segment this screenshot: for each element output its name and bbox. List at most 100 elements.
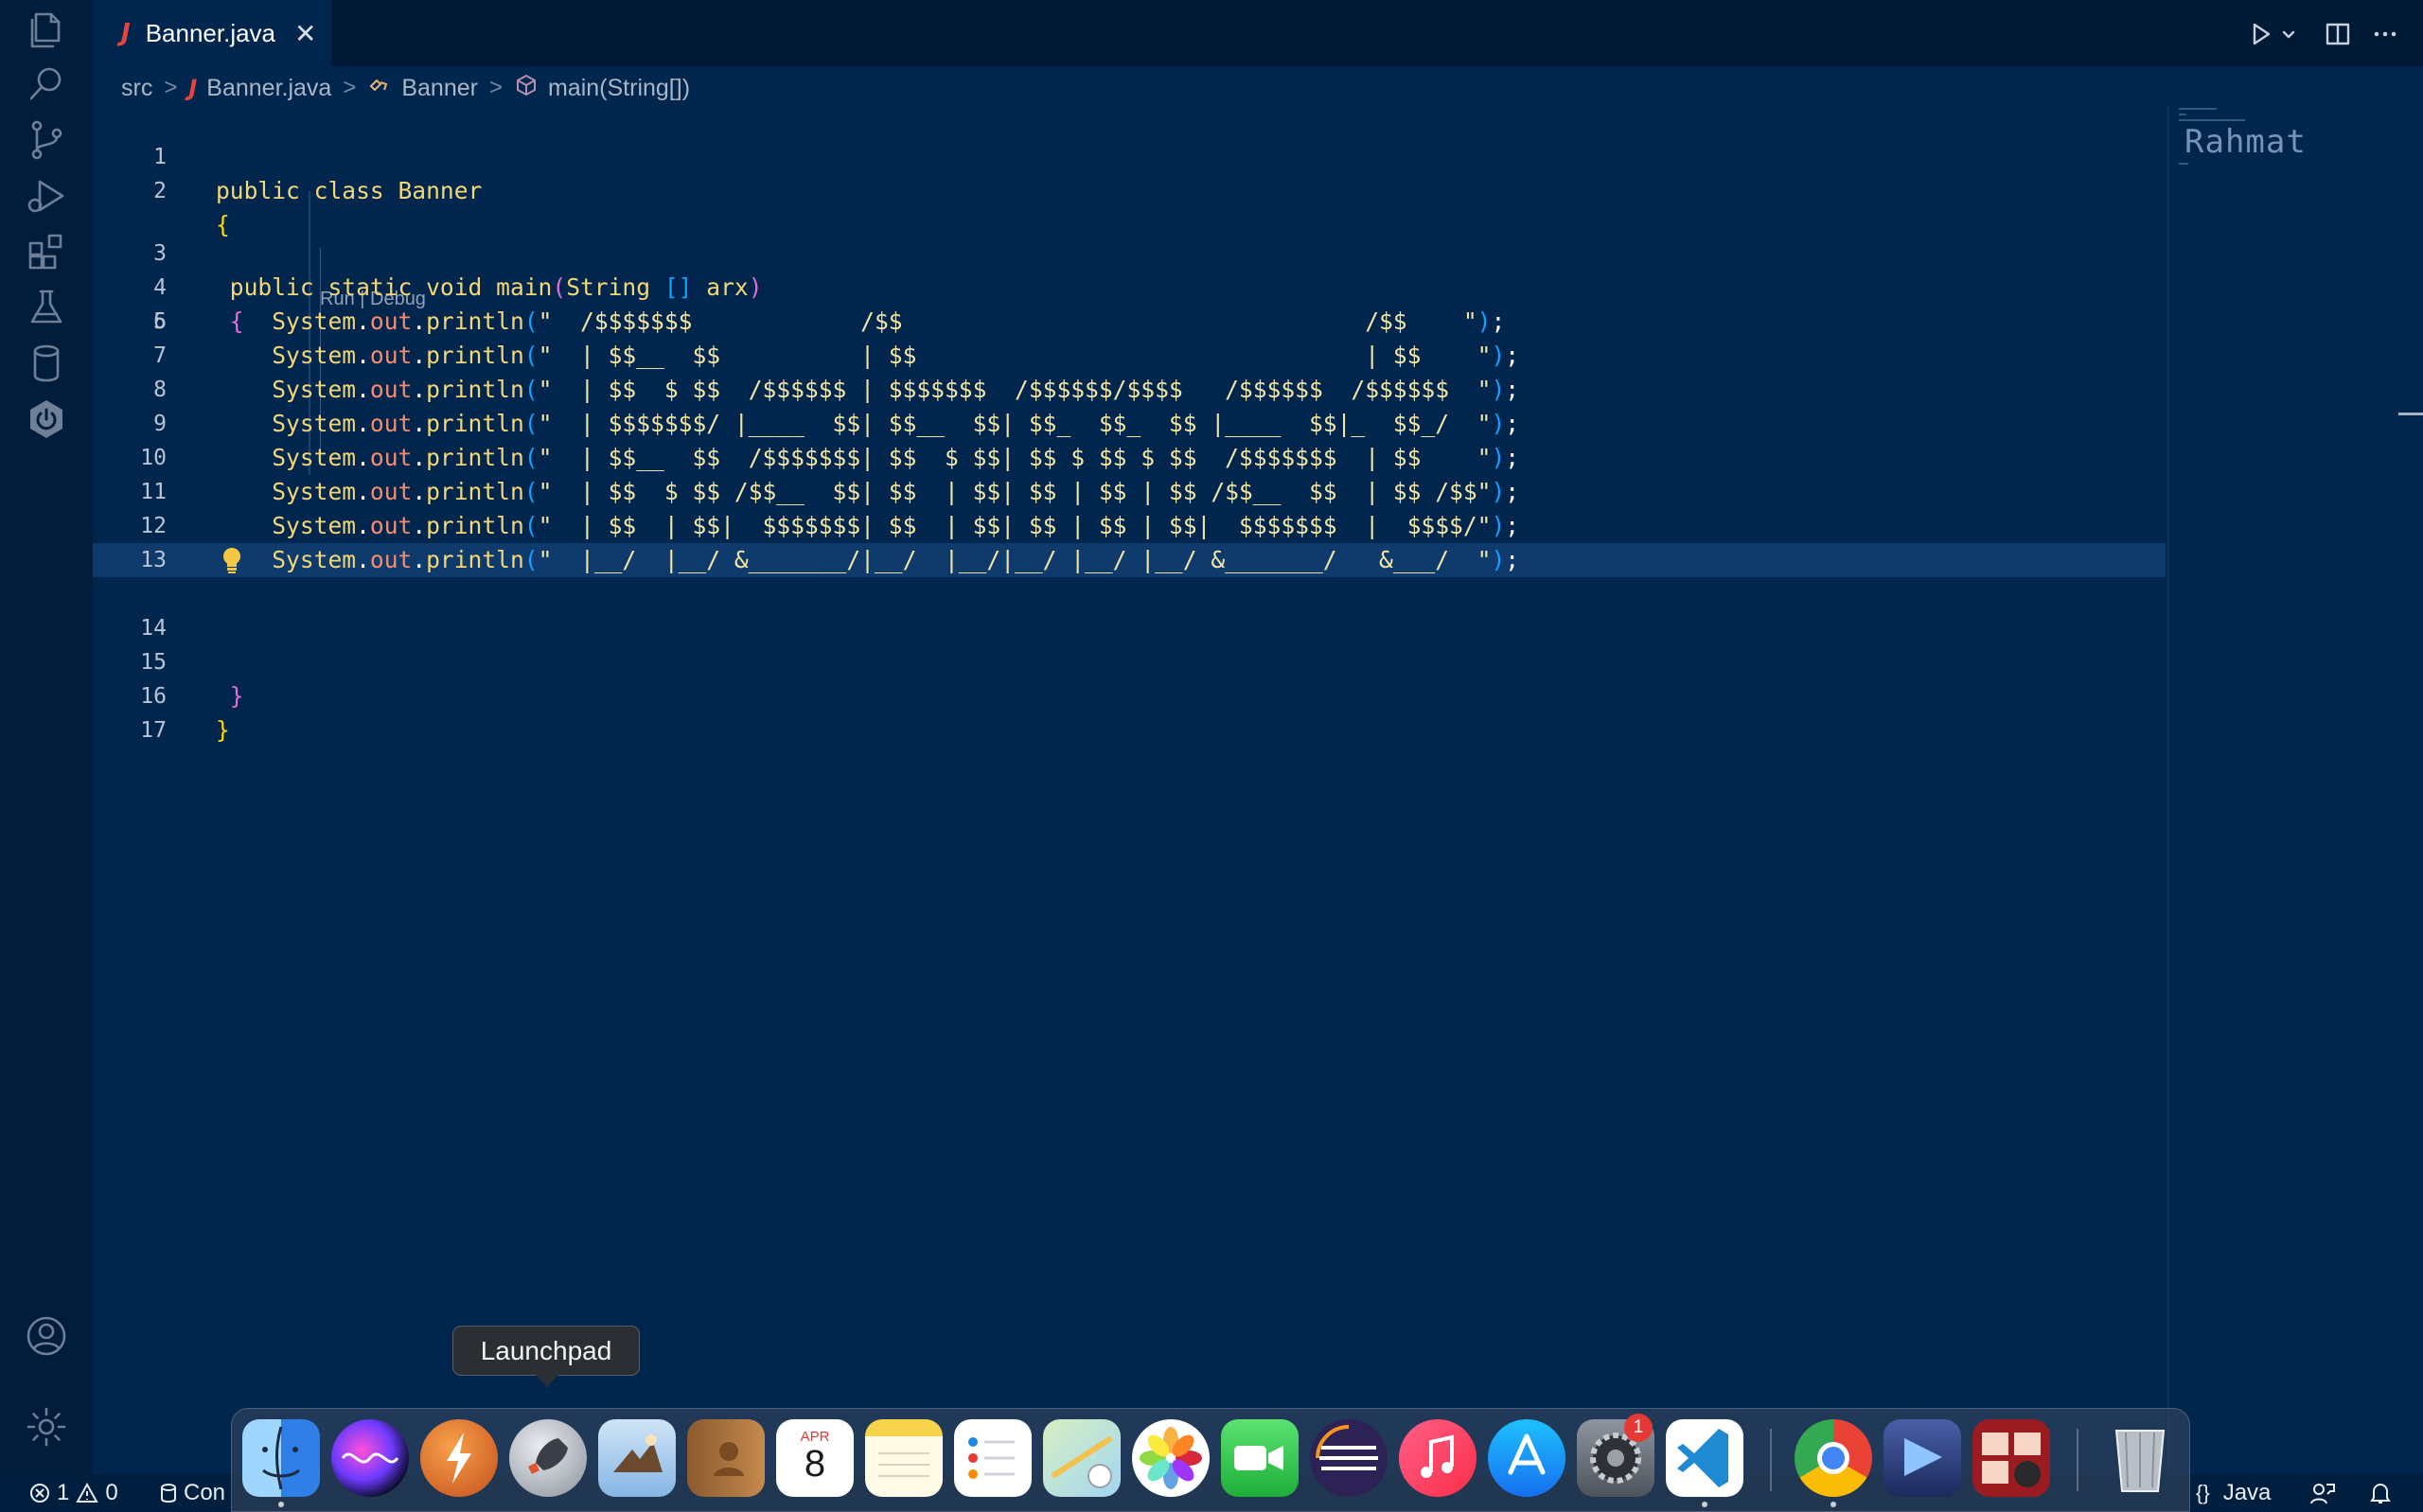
method-symbol-icon <box>514 73 539 104</box>
code-line[interactable]: 10 System.out.println(" | $$__ $$ /$$$$$… <box>93 441 2166 475</box>
code-line[interactable]: 2 { <box>93 140 2166 238</box>
code-editor[interactable]: 1 public class Banner 2 { Run | Debug 3 … <box>93 106 2166 1468</box>
tooltip-arrow <box>536 1375 558 1387</box>
source-control-icon[interactable] <box>16 110 77 170</box>
code-line[interactable]: 17 <box>93 679 2166 743</box>
code-line[interactable]: 15 } <box>93 611 2166 710</box>
tab-label: Banner.java <box>145 18 276 47</box>
trash-icon[interactable] <box>2101 1419 2179 1497</box>
split-editor-icon[interactable] <box>2319 17 2357 51</box>
code-line[interactable]: 9 System.out.println(" | $$$$$$$/ |____ … <box>93 407 2166 441</box>
run-debug-icon[interactable] <box>16 166 77 226</box>
line-number: 8 <box>153 378 167 402</box>
database-icon[interactable] <box>16 333 77 394</box>
line-number: 6 <box>153 309 167 334</box>
code-text: System.out.println(" | $$$$$$$/ |____ $$… <box>216 410 1520 437</box>
more-actions-icon[interactable] <box>2366 17 2404 51</box>
breadcrumb-file[interactable]: Banner.java <box>206 75 331 102</box>
braces-icon: {} <box>2196 1481 2210 1504</box>
code-text: System.out.println(" | $$ $ $$ /$$$$$$ |… <box>216 376 1520 403</box>
line-number: 11 <box>140 480 167 504</box>
reminders-icon[interactable] <box>954 1419 1032 1497</box>
database-icon <box>161 1484 176 1503</box>
feedback-icon[interactable] <box>2309 1474 2336 1512</box>
run-icon[interactable] <box>2241 17 2279 51</box>
music-icon[interactable] <box>1399 1419 1477 1497</box>
code-line[interactable]: 16 } <box>93 645 2166 744</box>
launchpad-icon[interactable] <box>509 1419 587 1497</box>
java-file-icon: J <box>188 75 198 101</box>
line-number: 12 <box>140 514 167 538</box>
spring-boot-icon[interactable] <box>16 389 77 449</box>
code-line[interactable]: 6 System.out.println(" /$$$$$$$ /$$ /$$ … <box>93 305 2166 339</box>
java-file-icon: J <box>121 19 131 47</box>
warning-count: 0 <box>105 1480 118 1505</box>
extensions-icon[interactable] <box>16 221 77 282</box>
dock-tooltip: Launchpad <box>452 1326 640 1376</box>
minimap[interactable]: Rahmat <box>2167 106 2357 1468</box>
code-line[interactable]: 8 System.out.println(" | $$ $ $$ /$$$$$$… <box>93 373 2166 407</box>
code-line[interactable]: 4 { <box>93 237 2166 335</box>
code-text: } <box>216 716 230 744</box>
language-label: Java <box>2222 1480 2272 1505</box>
line-number: 10 <box>140 446 167 470</box>
facetime-icon[interactable] <box>1221 1419 1299 1497</box>
calendar-month: APR <box>800 1428 830 1445</box>
testing-icon[interactable] <box>16 277 77 338</box>
code-line[interactable]: 7 System.out.println(" | $$__ $$ | $$ | … <box>93 339 2166 373</box>
editor-tab-bar: J Banner.java ✕ <box>93 0 2423 66</box>
scrollbar-thumb[interactable] <box>2398 413 2423 415</box>
contacts-icon[interactable] <box>687 1419 765 1497</box>
search-icon[interactable] <box>16 54 77 114</box>
keynote-icon[interactable] <box>1884 1419 1961 1497</box>
code-text: System.out.println(" | $$ $ $$ /$$__ $$|… <box>216 478 1520 505</box>
preview-icon[interactable] <box>598 1419 676 1497</box>
app-store-icon[interactable] <box>1488 1419 1565 1497</box>
close-icon[interactable]: ✕ <box>294 18 316 49</box>
line-number: 9 <box>153 412 167 436</box>
chrome-icon[interactable] <box>1795 1419 1872 1497</box>
language-mode[interactable]: {} Java <box>2196 1474 2271 1512</box>
vscode-icon[interactable] <box>1666 1419 1743 1497</box>
siri-icon[interactable] <box>331 1419 409 1497</box>
code-text: System.out.println(" |__/ |__/ &_______/… <box>216 546 1520 573</box>
photo-booth-icon[interactable] <box>1972 1419 2050 1497</box>
problems-indicator[interactable]: 1 0 <box>28 1474 118 1512</box>
minimap-banner-text: Rahmat <box>2184 123 2307 161</box>
reeder-icon[interactable] <box>420 1419 498 1497</box>
connection-status[interactable]: Con <box>159 1474 225 1512</box>
manage-gear-icon[interactable] <box>16 1397 77 1457</box>
chevron-down-icon[interactable] <box>2277 17 2300 51</box>
tab-banner-java[interactable]: J Banner.java ✕ <box>93 0 331 66</box>
line-number: 7 <box>153 343 167 368</box>
code-text: System.out.println(" | $$__ $$ /$$$$$$$|… <box>216 444 1520 471</box>
notes-icon[interactable] <box>865 1419 943 1497</box>
code-line[interactable]: 14 <box>93 577 2166 641</box>
code-line-current[interactable]: 13 System.out.println(" |__/ |__/ &_____… <box>93 543 2166 577</box>
activity-bar <box>0 0 93 1474</box>
line-number: 17 <box>140 718 167 743</box>
explorer-icon[interactable] <box>16 0 77 61</box>
lightbulb-icon[interactable] <box>220 546 244 574</box>
breadcrumb-src[interactable]: src <box>121 75 152 102</box>
calendar-icon[interactable]: APR 8 <box>776 1419 854 1497</box>
photos-icon[interactable] <box>1132 1419 1210 1497</box>
eclipse-icon[interactable] <box>1310 1419 1388 1497</box>
code-text: System.out.println(" | $$__ $$ | $$ | $$… <box>216 342 1520 369</box>
code-line[interactable]: 3 public static void main(String [] arx) <box>93 202 2166 301</box>
vscode-window: J Banner.java ✕ src > J Banner.java > Ba… <box>0 0 2423 1512</box>
code-line[interactable]: 1 public class Banner <box>93 106 2166 204</box>
finder-icon[interactable] <box>242 1419 320 1497</box>
breadcrumb-separator: > <box>343 75 357 100</box>
breadcrumb: src > J Banner.java > Banner > main(Stri… <box>121 70 690 106</box>
class-symbol-icon <box>367 73 392 104</box>
error-count: 1 <box>57 1480 70 1505</box>
code-line[interactable]: 12 System.out.println(" | $$ | $$| $$$$$… <box>93 509 2166 543</box>
breadcrumb-method[interactable]: main(String[]) <box>548 75 690 102</box>
code-line[interactable]: 5 <box>93 271 2166 334</box>
breadcrumb-class[interactable]: Banner <box>401 75 478 102</box>
accounts-icon[interactable] <box>16 1306 77 1366</box>
notifications-bell-icon[interactable] <box>2368 1474 2393 1512</box>
code-line[interactable]: 11 System.out.println(" | $$ $ $$ /$$__ … <box>93 475 2166 509</box>
maps-icon[interactable] <box>1043 1419 1121 1497</box>
